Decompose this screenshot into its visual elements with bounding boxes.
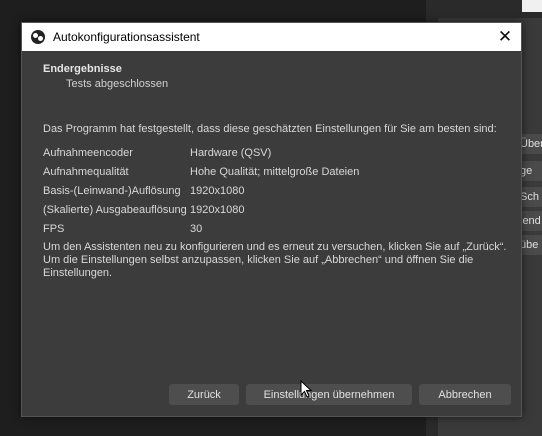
dialog-titlebar[interactable]: Autokonfigurationsassistent ✕ (22, 23, 521, 51)
auto-config-dialog: Autokonfigurationsassistent ✕ Endergebni… (21, 22, 522, 417)
setting-key: FPS (43, 222, 65, 235)
setting-key: Aufnahmeencoder (43, 146, 133, 159)
setting-value: Hohe Qualität; mittelgroße Dateien (190, 165, 360, 178)
setting-row: FPS 30 (43, 219, 521, 238)
back-button[interactable]: Zurück (169, 384, 239, 405)
setting-key: (Skalierte) Ausgabeauflösung (43, 203, 187, 216)
dialog-title: Autokonfigurationsassistent (53, 30, 200, 44)
results-intro: Das Programm hat festgestellt, dass dies… (43, 123, 497, 135)
results-subheading: Tests abgeschlossen (66, 78, 169, 90)
dialog-content: Endergebnisse Tests abgeschlossen Das Pr… (22, 51, 521, 280)
close-icon: ✕ (497, 27, 513, 46)
setting-row: Aufnahmeencoder Hardware (QSV) (43, 143, 521, 162)
setting-value: Hardware (QSV) (190, 146, 272, 159)
apply-settings-button[interactable]: Einstellungen übernehmen (246, 384, 412, 405)
setting-row: (Skalierte) Ausgabeauflösung 1920x1080 (43, 200, 521, 219)
close-button[interactable]: ✕ (493, 25, 517, 49)
setting-value: 1920x1080 (190, 184, 245, 197)
obs-logo-icon (31, 30, 45, 44)
instructions-text: Um den Assistenten neu zu konfigurieren … (43, 241, 507, 279)
setting-row: Aufnahmequalität Hohe Qualität; mittelgr… (43, 162, 521, 181)
setting-value: 30 (190, 222, 203, 235)
setting-key: Basis-(Leinwand-)Auflösung (43, 184, 181, 197)
setting-row: Basis-(Leinwand-)Auflösung 1920x1080 (43, 181, 521, 200)
settings-list: Aufnahmeencoder Hardware (QSV) Aufnahmeq… (43, 143, 521, 238)
setting-value: 1920x1080 (190, 203, 245, 216)
setting-key: Aufnahmequalität (43, 165, 129, 178)
mouse-cursor-icon (300, 380, 312, 398)
background-window-edge (522, 0, 542, 12)
cancel-button[interactable]: Abbrechen (419, 384, 511, 405)
results-heading: Endergebnisse (43, 63, 122, 75)
